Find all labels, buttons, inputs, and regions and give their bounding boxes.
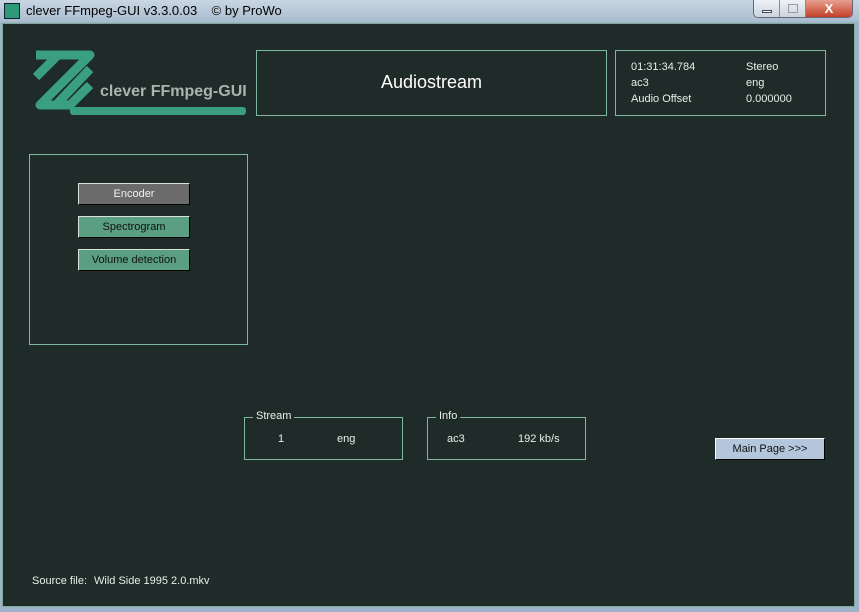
source-file-name: Wild Side 1995 2.0.mkv	[94, 575, 210, 587]
header-panel: Audiostream	[256, 50, 607, 116]
stream-group: Stream 1 eng	[244, 410, 403, 460]
minimize-button[interactable]	[754, 0, 780, 17]
minimize-icon	[762, 10, 772, 13]
page-title: Audiostream	[380, 72, 483, 92]
close-button[interactable]: X	[806, 0, 852, 17]
main-window: clever FFmpeg-GUI Audiostream 01:31:34.7…	[2, 23, 855, 607]
stream-index: 1	[278, 433, 285, 445]
logo-text: clever FFmpeg-GUI	[100, 83, 247, 100]
volume-detection-button[interactable]: Volume detection	[78, 249, 190, 271]
offset-label: Audio Offset	[631, 93, 692, 105]
offset-value: 0.000000	[746, 93, 792, 105]
app-icon	[4, 3, 20, 19]
stream-group-label: Stream	[253, 410, 295, 422]
app-logo: clever FFmpeg-GUI	[30, 49, 250, 119]
info-codec: ac3	[447, 433, 465, 445]
spectrogram-button[interactable]: Spectrogram	[78, 216, 190, 238]
info-bitrate: 192 kb/s	[518, 433, 560, 445]
channels: Stereo	[746, 61, 779, 73]
encoder-button[interactable]: Encoder	[78, 183, 190, 205]
stream-info-panel: 01:31:34.784 Stereo ac3 eng Audio Offset…	[615, 50, 826, 116]
main-page-button[interactable]: Main Page >>>	[715, 438, 825, 460]
info-group: Info ac3 192 kb/s	[427, 410, 586, 460]
title-bar: clever FFmpeg-GUI v3.3.0.03 © by ProWo X	[0, 0, 859, 22]
stream-language: eng	[337, 433, 356, 445]
maximize-icon	[788, 4, 798, 13]
maximize-button[interactable]	[780, 0, 806, 17]
close-icon: X	[824, 1, 834, 16]
menu-panel: Encoder Spectrogram Volume detection	[29, 154, 248, 345]
duration: 01:31:34.784	[631, 61, 696, 73]
info-group-label: Info	[436, 410, 461, 422]
source-file-label: Source file:	[32, 575, 88, 587]
window-title: clever FFmpeg-GUI v3.3.0.03 © by ProWo	[26, 3, 282, 18]
codec: ac3	[631, 77, 649, 89]
language: eng	[746, 77, 765, 89]
